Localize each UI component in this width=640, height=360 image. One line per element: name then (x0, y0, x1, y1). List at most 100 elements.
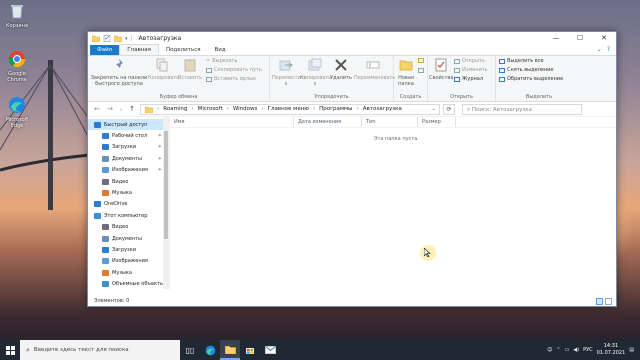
nav-item[interactable]: Документы (88, 233, 169, 244)
taskbar-file-explorer[interactable] (220, 340, 240, 360)
properties-icon (435, 58, 447, 72)
details-view-button[interactable] (596, 298, 603, 305)
column-type[interactable]: Тип (362, 117, 418, 127)
paste-shortcut-button[interactable]: Вставить ярлык (206, 76, 256, 82)
new-folder-icon (399, 60, 413, 71)
tab-view[interactable]: Вид (208, 45, 233, 55)
nav-item[interactable]: OneDrive (88, 199, 169, 210)
nav-item[interactable]: Музыка (88, 267, 169, 278)
taskbar-mail[interactable] (260, 340, 280, 360)
large-icons-view-button[interactable] (605, 298, 612, 305)
nav-item[interactable]: Видео (88, 222, 169, 233)
clock-date: 01.07.2021 (596, 350, 626, 356)
nav-item[interactable]: Объемные объекты (88, 278, 169, 289)
breadcrumb-item[interactable]: Автозагрузка (363, 106, 402, 112)
copy-path-button[interactable]: Скопировать путь (206, 67, 262, 73)
nav-item[interactable]: Рабочий стол ✦ (88, 130, 169, 141)
nav-item[interactable]: Документы ✦ (88, 153, 169, 164)
edit-button[interactable]: Изменить (454, 67, 488, 73)
rename-button[interactable]: Переименовать (354, 58, 395, 81)
up-button[interactable]: ↑ (127, 105, 137, 113)
cursor-icon (424, 248, 431, 257)
invert-selection-button[interactable]: Обратить выделение (499, 76, 563, 82)
cloud-icon (94, 201, 101, 208)
network-icon[interactable]: ▭ (565, 347, 570, 353)
tab-share[interactable]: Поделиться (159, 45, 208, 55)
desktop-recycle-bin[interactable]: Корзина (4, 2, 30, 29)
tab-file[interactable]: Файл (90, 45, 120, 55)
language-indicator[interactable]: РУС (583, 347, 593, 353)
close-button[interactable]: ✕ (592, 32, 616, 45)
column-size[interactable]: Размер (418, 117, 456, 127)
desktop-edge[interactable]: Microsoft Edge (4, 96, 30, 129)
forward-button[interactable]: → (105, 105, 115, 113)
nav-item[interactable]: Загрузки (88, 244, 169, 255)
volume-icon[interactable]: ◀) (573, 347, 579, 353)
maximize-button[interactable]: ☐ (568, 32, 592, 45)
nav-scrollbar[interactable] (163, 117, 169, 289)
select-none-button[interactable]: Снять выделение (499, 67, 554, 73)
column-name[interactable]: Имя (170, 117, 294, 127)
search-box[interactable]: ⌕ Поиск: Автозагрузка (462, 103, 582, 115)
paste-button[interactable]: Вставить (176, 58, 204, 81)
desktop-chrome[interactable]: Google Chrome (4, 50, 30, 83)
pin-icon (115, 59, 123, 69)
task-view-button[interactable]: ▯▯ (180, 340, 200, 360)
customize-toolbar-icon[interactable]: ▾ (125, 36, 128, 42)
breadcrumb-item[interactable]: Программы (319, 106, 352, 112)
recent-locations-icon[interactable]: ⌄ (118, 106, 124, 112)
copy-to-button[interactable]: Копировать в (300, 58, 331, 87)
nav-item-label: Загрузки (112, 144, 136, 151)
group-label: Буфер обмена (159, 94, 198, 100)
move-to-button[interactable]: Переместить в (272, 58, 307, 87)
properties-button[interactable]: Свойства (429, 58, 453, 81)
breadcrumb-item[interactable]: Windows (233, 106, 258, 112)
start-button[interactable] (0, 340, 20, 360)
nav-item[interactable]: Видео (88, 176, 169, 187)
new-folder-button[interactable]: Новая папка (395, 58, 417, 87)
nav-item[interactable]: Изображения ✦ (88, 165, 169, 176)
help-icon[interactable]: ? (607, 45, 610, 55)
breadcrumb-item[interactable]: Главное меню (268, 106, 309, 112)
address-bar[interactable]: › Roaming › Microsoft › Windows › Главно… (140, 103, 440, 115)
easy-access-button[interactable] (418, 68, 424, 73)
ribbon-label: Изменить (462, 67, 488, 73)
column-date[interactable]: Дата изменения (294, 117, 362, 127)
back-button[interactable]: ← (92, 105, 102, 113)
copy-button[interactable]: Копировать (148, 58, 179, 81)
pictures-icon (102, 258, 109, 265)
tab-home[interactable]: Главная (119, 44, 159, 55)
new-folder-icon[interactable] (114, 35, 122, 42)
nav-item[interactable]: Загрузки ✦ (88, 142, 169, 153)
windows-logo-icon (5, 345, 15, 355)
select-all-button[interactable]: Выделить все (499, 58, 544, 64)
nav-item[interactable]: Изображения (88, 256, 169, 267)
pin-quick-access-button[interactable]: Закрепить на панели быстрого доступа (90, 58, 148, 87)
refresh-button[interactable]: ⟳ (443, 103, 455, 115)
nav-item[interactable]: Быстрый доступ (88, 119, 169, 131)
properties-icon[interactable] (103, 35, 111, 42)
file-list[interactable]: Имя Дата изменения Тип Размер Эта папка … (170, 117, 616, 289)
breadcrumb-item[interactable]: Microsoft (198, 106, 223, 112)
cut-button[interactable]: ✂ Вырезать (206, 58, 237, 64)
show-hidden-icons-icon[interactable]: ⌃ (556, 347, 560, 353)
notifications-icon[interactable]: ▤ (629, 347, 634, 353)
collapse-ribbon-icon[interactable]: ⌄ (597, 45, 602, 55)
scrollbar-thumb[interactable] (164, 131, 168, 239)
open-button[interactable]: Открыть (454, 58, 485, 64)
address-dropdown-icon[interactable]: ⌄ (431, 106, 436, 112)
people-icon[interactable]: ☺ (547, 347, 552, 353)
search-placeholder: Поиск: Автозагрузка (471, 106, 532, 113)
new-item-button[interactable] (418, 58, 424, 63)
minimize-button[interactable]: — (544, 32, 568, 45)
taskbar-search[interactable]: ⌕ Введите здесь текст для поиска (20, 340, 180, 360)
taskbar-store[interactable] (240, 340, 260, 360)
breadcrumb-item[interactable]: Roaming (163, 106, 187, 112)
nav-item[interactable]: Музыка (88, 187, 169, 198)
taskbar-edge[interactable] (200, 340, 220, 360)
delete-button[interactable]: Удалить (330, 58, 352, 81)
clock[interactable]: 14:31 01.07.2021 (597, 343, 626, 357)
history-button[interactable]: Журнал (454, 76, 483, 82)
nav-item[interactable]: Этот компьютер (88, 210, 169, 221)
store-icon (246, 348, 254, 354)
